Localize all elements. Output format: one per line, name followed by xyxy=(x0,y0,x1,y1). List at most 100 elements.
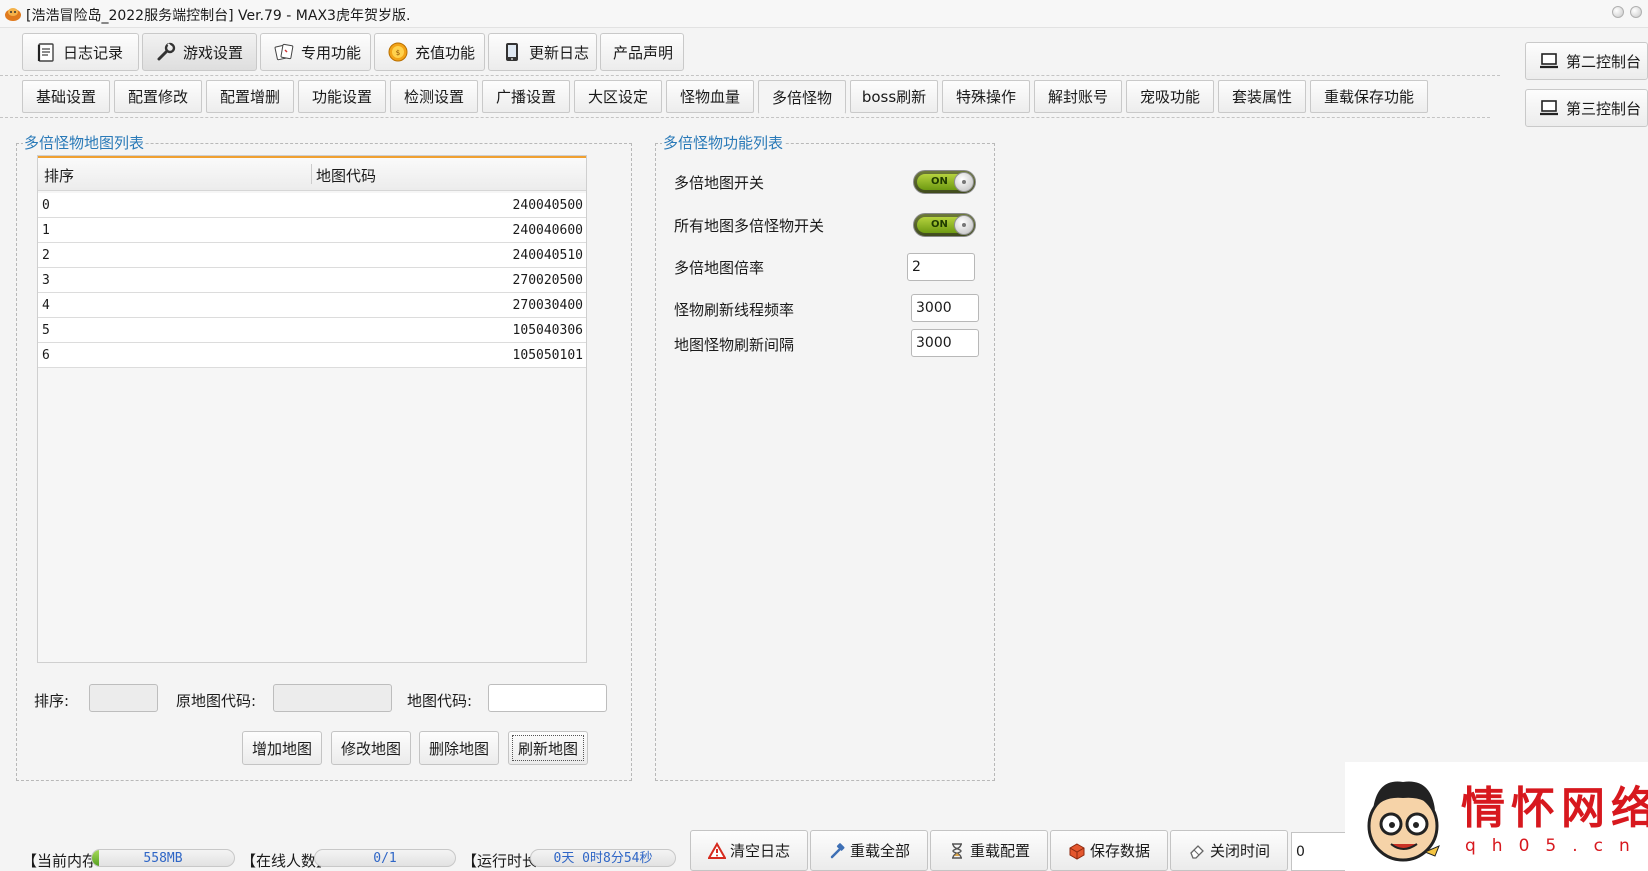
code-field[interactable] xyxy=(488,684,607,712)
delete-map-button[interactable]: 删除地图 xyxy=(419,731,499,765)
tab-label: 游戏设置 xyxy=(183,43,244,62)
refresh-interval-label: 地图怪物刷新间隔 xyxy=(674,336,795,354)
tab-label: 专用功能 xyxy=(301,43,362,62)
subtab-config-add-remove[interactable]: 配置增删 xyxy=(206,80,294,113)
close-time-button[interactable]: 关闭时间 xyxy=(1170,830,1288,871)
tab-changelog[interactable]: 更新日志 xyxy=(488,33,597,71)
cell-code: 240040600 xyxy=(512,223,583,238)
save-data-label: 保存数据 xyxy=(1089,842,1150,860)
subtab-boss-refresh[interactable]: boss刷新 xyxy=(850,80,938,113)
column-separator xyxy=(311,164,312,184)
cell-code: 240040510 xyxy=(512,248,583,263)
divider xyxy=(0,117,1490,118)
map-table[interactable]: 排序 地图代码 0 240040500 1 240040600 2 240040510… xyxy=(37,155,587,663)
refresh-interval-input[interactable]: 3000 xyxy=(911,329,979,357)
clear-log-label: 清空日志 xyxy=(729,842,790,860)
tab-recharge[interactable]: $ 充值功能 xyxy=(374,33,485,71)
runtime-value: 0天 0时8分54秒 xyxy=(553,851,653,866)
watermark-logo: 情怀网络 qh05.cn xyxy=(1345,762,1648,871)
subtab-label: 宠吸功能 xyxy=(1139,88,1200,106)
subtab-monster-hp[interactable]: 怪物血量 xyxy=(666,80,754,113)
hammer-icon xyxy=(830,842,845,858)
save-data-button[interactable]: 保存数据 xyxy=(1050,830,1168,871)
subtab-label: 特殊操作 xyxy=(955,88,1016,106)
refresh-map-button[interactable]: 刷新地图 xyxy=(508,731,588,765)
thread-frequency-label: 怪物刷新线程频率 xyxy=(674,301,795,319)
laptop-icon xyxy=(1540,100,1558,116)
column-code-header[interactable]: 地图代码 xyxy=(316,165,376,186)
subtab-functions[interactable]: 功能设置 xyxy=(298,80,386,113)
table-row[interactable]: 0 240040500 xyxy=(38,193,586,218)
memory-value: 558MB xyxy=(143,851,183,866)
subtab-broadcast[interactable]: 广播设置 xyxy=(482,80,570,113)
table-row[interactable]: 2 240040510 xyxy=(38,243,586,268)
subtab-unban[interactable]: 解封账号 xyxy=(1034,80,1122,113)
cell-code: 105050101 xyxy=(512,348,583,363)
subtab-label: 多倍怪物 xyxy=(771,88,832,107)
subtab-set-attributes[interactable]: 套装属性 xyxy=(1218,80,1306,113)
subtab-label: 重载保存功能 xyxy=(1323,88,1414,106)
tab-product-statement[interactable]: 产品声明 xyxy=(600,33,684,71)
order-field[interactable] xyxy=(89,684,158,712)
hourglass-icon xyxy=(951,842,962,859)
reload-config-button[interactable]: 重载配置 xyxy=(930,830,1048,871)
table-row[interactable]: 6 105050101 xyxy=(38,343,586,368)
tab-label: 产品声明 xyxy=(613,43,674,62)
watermark-url: qh05.cn xyxy=(1465,836,1646,856)
subtab-multi-monster[interactable]: 多倍怪物 xyxy=(758,80,846,114)
subtab-reload-save[interactable]: 重载保存功能 xyxy=(1310,80,1428,113)
edit-map-button[interactable]: 修改地图 xyxy=(331,731,411,765)
window-controls xyxy=(1612,6,1642,18)
cell-order: 4 xyxy=(42,298,50,313)
all-maps-multi-monster-switch[interactable]: ON xyxy=(913,213,976,237)
memory-progress: 558MB xyxy=(91,849,235,867)
wrench-icon xyxy=(157,42,176,61)
subtab-label: 大区设定 xyxy=(587,88,648,106)
table-header: 排序 地图代码 xyxy=(38,156,586,191)
cell-code: 270030400 xyxy=(512,298,583,313)
window-title: [浩浩冒险岛_2022服务端控制台] Ver.79 - MAX3虎年贺岁版. xyxy=(26,8,411,24)
minimize-button[interactable] xyxy=(1612,6,1624,18)
close-button[interactable] xyxy=(1630,6,1642,18)
online-value: 0/1 xyxy=(373,851,397,866)
tab-special-functions[interactable]: 专用功能 xyxy=(260,33,371,71)
column-order-header[interactable]: 排序 xyxy=(44,165,74,186)
subtab-config-edit[interactable]: 配置修改 xyxy=(114,80,202,113)
tab-log[interactable]: 日志记录 xyxy=(22,33,139,71)
subtab-region[interactable]: 大区设定 xyxy=(574,80,662,113)
multi-rate-input[interactable]: 2 xyxy=(907,253,975,281)
thread-frequency-input[interactable]: 3000 xyxy=(911,294,979,322)
second-console-button[interactable]: 第二控制台 xyxy=(1525,42,1648,80)
subtab-special-ops[interactable]: 特殊操作 xyxy=(942,80,1030,113)
multi-rate-label: 多倍地图倍率 xyxy=(674,259,765,277)
subtab-basic[interactable]: 基础设置 xyxy=(22,80,110,113)
table-row[interactable]: 3 270020500 xyxy=(38,268,586,293)
subtab-pet-vacuum[interactable]: 宠吸功能 xyxy=(1126,80,1214,113)
table-row[interactable]: 1 240040600 xyxy=(38,218,586,243)
third-console-label: 第三控制台 xyxy=(1566,99,1642,118)
subtab-label: 解封账号 xyxy=(1047,88,1108,106)
table-body: 0 240040500 1 240040600 2 240040510 3 270020… xyxy=(38,193,586,368)
map-list-title: 多倍怪物地图列表 xyxy=(23,134,146,152)
cell-order: 2 xyxy=(42,248,50,263)
table-row[interactable]: 5 105040306 xyxy=(38,318,586,343)
cell-order: 0 xyxy=(42,198,50,213)
clear-log-button[interactable]: 清空日志 xyxy=(690,830,808,871)
tab-label: 更新日志 xyxy=(529,43,590,62)
third-console-button[interactable]: 第三控制台 xyxy=(1525,89,1648,127)
switch-state-text: ON xyxy=(931,176,948,187)
tab-label: 日志记录 xyxy=(63,43,124,62)
reload-all-button[interactable]: 重载全部 xyxy=(810,830,928,871)
cell-order: 1 xyxy=(42,223,50,238)
table-row[interactable]: 4 270030400 xyxy=(38,293,586,318)
tab-game-settings[interactable]: 游戏设置 xyxy=(142,33,257,71)
subtab-detection[interactable]: 检测设置 xyxy=(390,80,478,113)
subtab-label: 配置增删 xyxy=(219,88,280,106)
orig-code-field[interactable] xyxy=(273,684,392,712)
multi-map-switch[interactable]: ON xyxy=(913,170,976,194)
title-bar: [浩浩冒险岛_2022服务端控制台] Ver.79 - MAX3虎年贺岁版. xyxy=(0,0,1648,28)
add-map-button[interactable]: 增加地图 xyxy=(242,731,322,765)
subtab-label: 配置修改 xyxy=(127,88,188,106)
subtab-label: 广播设置 xyxy=(495,88,556,106)
subtab-label: 怪物血量 xyxy=(679,88,740,106)
